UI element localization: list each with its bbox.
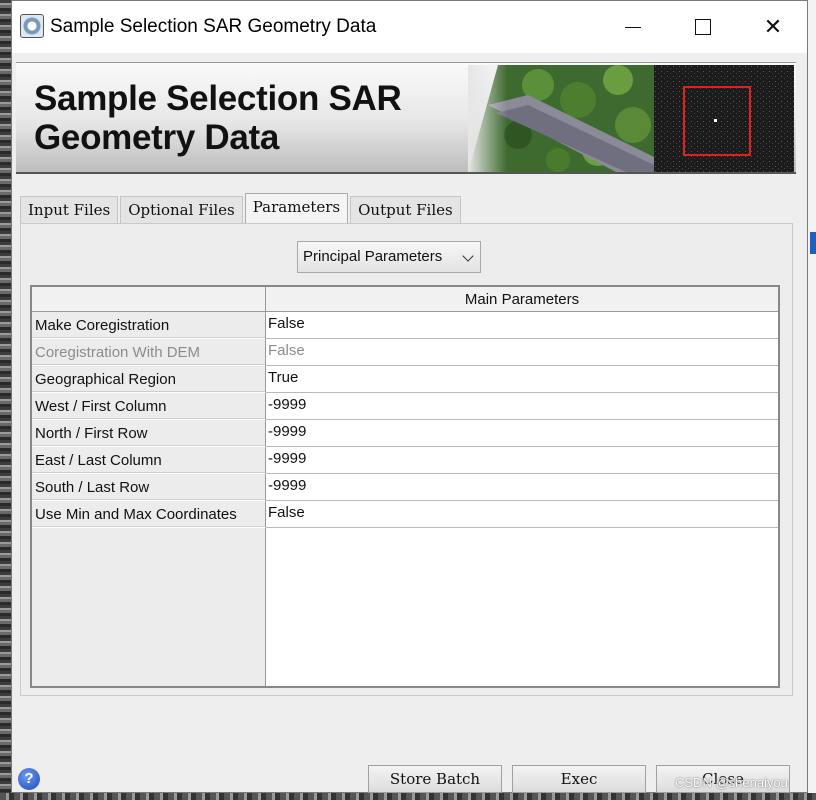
dialog-window: Sample Selection SAR Geometry Data ✕ Sam… [11, 0, 808, 793]
watermark: CSDN @shenaiyou [675, 775, 788, 790]
row-label: Coregistration With DEM [32, 339, 266, 366]
row-label: Use Min and Max Coordinates [32, 501, 266, 528]
tab-optional-files[interactable]: Optional Files [120, 196, 243, 224]
table-corner-header [32, 287, 266, 312]
row-label: West / First Column [32, 393, 266, 420]
background-app-highlight [810, 232, 816, 254]
background-app-right [807, 0, 816, 800]
table-empty-area [32, 528, 266, 686]
app-icon[interactable] [20, 14, 44, 38]
parameters-table: Main Parameters Make Coregistration Fals… [30, 285, 780, 688]
tab-parameters[interactable]: Parameters [244, 193, 349, 225]
tab-input-files[interactable]: Input Files [20, 196, 119, 224]
maximize-button[interactable] [668, 1, 738, 53]
row-label: Geographical Region [32, 366, 266, 393]
row-label: Make Coregistration [32, 312, 266, 339]
table-row: South / Last Row -9999 [32, 474, 778, 501]
row-value-cell[interactable]: -9999 [266, 474, 778, 501]
minimize-icon [625, 26, 641, 28]
row-value-cell[interactable]: True [266, 366, 778, 393]
store-batch-button[interactable]: Store Batch [368, 765, 502, 793]
table-row: Coregistration With DEM False [32, 339, 778, 366]
parameter-group-value: Principal Parameters [303, 248, 443, 265]
row-value-cell: False [266, 339, 778, 366]
row-value-cell[interactable]: -9999 [266, 420, 778, 447]
row-value-cell[interactable]: -9999 [266, 447, 778, 474]
table-row: Geographical Region True [32, 366, 778, 393]
row-label: South / Last Row [32, 474, 266, 501]
row-value-cell[interactable]: -9999 [266, 393, 778, 420]
tab-bar: Input Files Optional Files Parameters Ou… [20, 193, 463, 225]
parameters-panel: Principal Parameters Main Parameters Mak… [20, 223, 793, 696]
close-icon: ✕ [763, 14, 783, 39]
table-row: East / Last Column -9999 [32, 447, 778, 474]
chevron-down-icon [462, 250, 474, 262]
minimize-button[interactable] [598, 1, 668, 53]
row-value-cell[interactable]: False [266, 501, 778, 528]
close-window-button[interactable]: ✕ [738, 1, 808, 53]
header-banner: Sample Selection SAR Geometry Data [16, 62, 796, 174]
table-row: North / First Row -9999 [32, 420, 778, 447]
title-bar[interactable]: Sample Selection SAR Geometry Data ✕ [12, 1, 807, 53]
row-label: North / First Row [32, 420, 266, 447]
row-value-cell[interactable]: False [266, 312, 778, 339]
table-row: Make Coregistration False [32, 312, 778, 339]
banner-title: Sample Selection SAR Geometry Data [34, 79, 402, 157]
table-row: West / First Column -9999 [32, 393, 778, 420]
table-column-header[interactable]: Main Parameters [266, 287, 778, 312]
table-row: Use Min and Max Coordinates False [32, 501, 778, 528]
maximize-icon [695, 19, 711, 35]
row-label: East / Last Column [32, 447, 266, 474]
banner-image [468, 65, 794, 172]
tab-output-files[interactable]: Output Files [350, 196, 461, 224]
exec-button[interactable]: Exec [512, 765, 646, 793]
window-title: Sample Selection SAR Geometry Data [50, 16, 377, 37]
help-icon[interactable]: ? [18, 768, 40, 790]
table-body: Make Coregistration False Coregistration… [32, 312, 778, 528]
parameter-group-select[interactable]: Principal Parameters [297, 241, 481, 273]
background-app-bottom [0, 793, 816, 800]
